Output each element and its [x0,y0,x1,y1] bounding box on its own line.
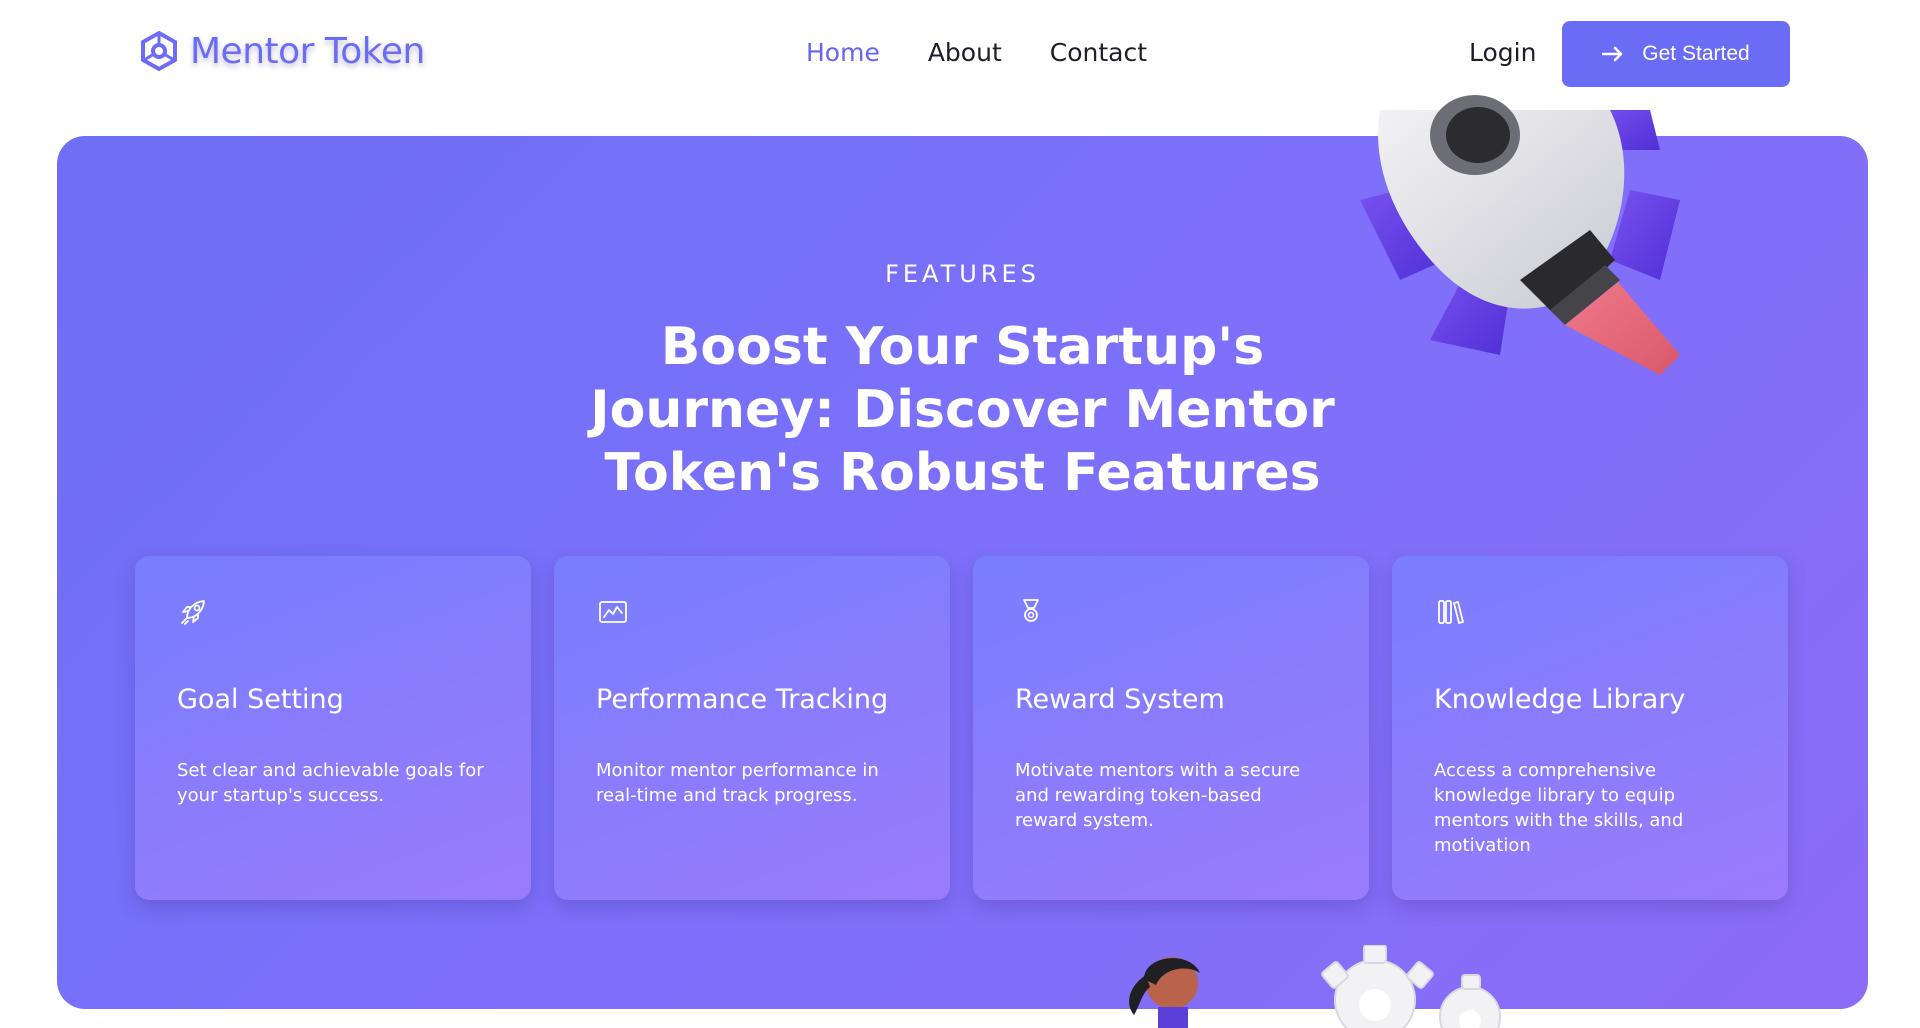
team-gears-illustration [1129,945,1501,1028]
card-description: Monitor mentor performance in real-time … [596,760,879,806]
section-title: Boost Your Startup's Journey: Discover M… [590,317,1335,503]
medal-icon [1023,599,1039,622]
get-started-label: Get Started [1642,42,1750,65]
card-description: Motivate mentors with a secure and rewar… [1015,760,1301,831]
nav-link-home[interactable]: Home [806,38,880,67]
feature-cards: Goal Setting Set clear and achievable go… [135,556,1788,900]
login-link[interactable]: Login [1469,38,1536,67]
feature-card-performance-tracking: Performance Tracking Monitor mentor perf… [554,556,950,900]
nav-link-about[interactable]: About [928,38,1002,67]
card-title: Reward System [1015,684,1225,715]
chart-icon [599,601,627,623]
feature-card-goal-setting: Goal Setting Set clear and achievable go… [135,556,531,900]
books-icon [1438,600,1464,624]
brand-logo[interactable]: Mentor Token [138,30,425,72]
card-title: Goal Setting [177,684,344,715]
feature-card-knowledge-library: Knowledge Library Access a comprehensive… [1392,556,1788,900]
main-nav: Home About Contact [806,38,1147,67]
nav-link-contact[interactable]: Contact [1050,38,1147,67]
feature-card-reward-system: Reward System Motivate mentors with a se… [973,556,1369,900]
arrow-right-icon [1602,46,1623,62]
card-title: Performance Tracking [596,684,889,715]
get-started-button[interactable]: Get Started [1562,21,1790,87]
rocket-illustration [1360,95,1680,375]
card-description: Set clear and achievable goals for your … [177,760,484,806]
card-description: Access a comprehensive knowledge library… [1434,760,1684,856]
site-header: Mentor Token Home About Contact Login Ge… [0,0,1920,110]
logo-icon [141,30,177,72]
brand-name: Mentor Token [190,30,425,72]
rocket-icon [181,600,205,625]
card-title: Knowledge Library [1434,684,1686,715]
